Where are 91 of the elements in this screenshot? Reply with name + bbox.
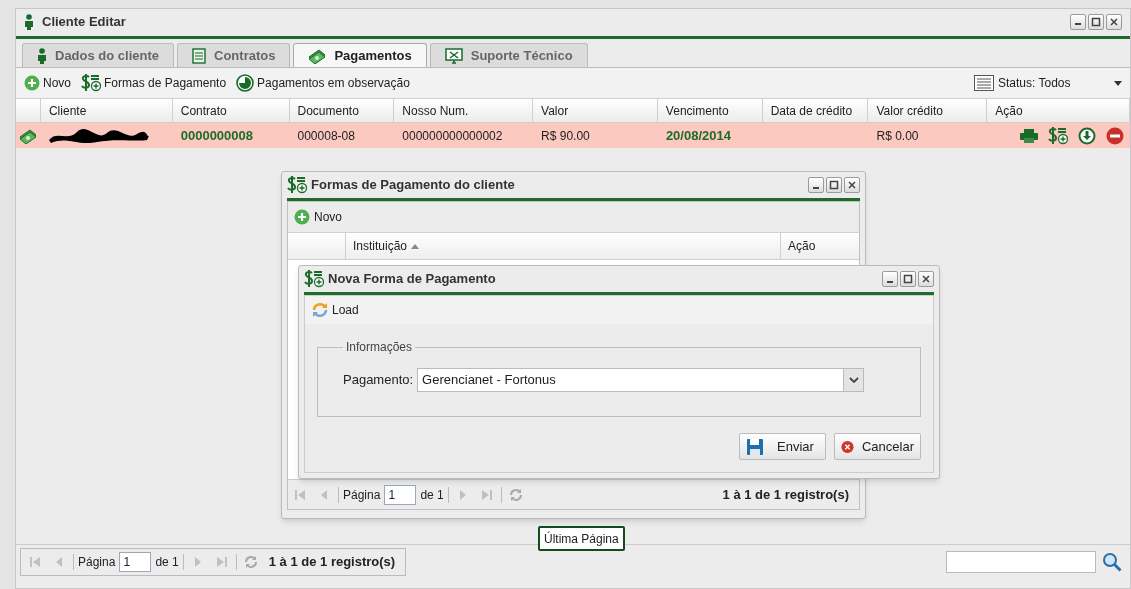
field-label: Pagamento: [343, 371, 414, 390]
group-title: Informações [345, 339, 414, 356]
toolbar-button[interactable]: Formas de Pagamento [81, 74, 227, 92]
cancel-button[interactable]: Cancelar [834, 433, 921, 460]
column-header[interactable]: Valor [533, 99, 658, 122]
minimize-button[interactable] [808, 177, 824, 193]
column-header[interactable]: Instituição [346, 233, 781, 259]
tooltip: Última Página [538, 526, 625, 551]
toolbar-button[interactable]: Novo [24, 74, 71, 92]
money-add-icon [287, 176, 307, 194]
money-add-icon [304, 270, 324, 288]
table-cell-text: 20/08/2014 [664, 126, 732, 145]
column-header[interactable]: Vencimento [657, 99, 763, 122]
close-icon [847, 180, 857, 190]
money-add-icon [1048, 126, 1068, 145]
first-page-icon [294, 488, 306, 501]
money-add-icon [81, 74, 101, 92]
list-icon [974, 75, 994, 91]
add-payment-method-button[interactable] [1048, 126, 1068, 145]
banknotes-icon [19, 127, 38, 144]
column-header[interactable]: Ação [781, 233, 859, 259]
banknotes-icon [308, 47, 327, 64]
table-cell-text: R$ 90.00 [540, 127, 591, 145]
record-count: 1 à 1 de 1 registro(s) [722, 485, 850, 504]
tab[interactable]: Dados do cliente [22, 43, 175, 67]
table-cell-text: 0000000008 [179, 126, 255, 145]
page-field[interactable]: 1 [384, 484, 417, 505]
caret-icon [1114, 80, 1122, 86]
column-header[interactable]: Documento [289, 99, 395, 122]
monitor-tools-icon [444, 47, 463, 64]
status-filter-button[interactable]: Status: Todos [974, 74, 1122, 92]
window-title: Cliente Editar [42, 12, 126, 31]
download-button[interactable] [1078, 126, 1096, 145]
remove-button[interactable] [1106, 126, 1124, 145]
page-count: de 1 [155, 553, 179, 571]
send-button[interactable]: Enviar [739, 433, 826, 460]
maximize-icon [903, 274, 913, 284]
maximize-button[interactable] [1088, 13, 1104, 30]
tab[interactable]: Suporte Técnico [429, 43, 588, 67]
column-header[interactable]: Cliente [40, 99, 173, 122]
person-icon [37, 47, 47, 64]
maximize-icon [1091, 16, 1101, 27]
dialog-title: Nova Forma de Pagamento [328, 270, 496, 289]
page-count: de 1 [420, 486, 444, 504]
page-field[interactable]: 1 [119, 551, 152, 572]
minimize-button[interactable] [1070, 13, 1086, 30]
print-button[interactable] [1020, 128, 1038, 143]
new-button[interactable]: Novo [294, 208, 342, 226]
tab[interactable]: Pagamentos [293, 43, 427, 67]
minimize-icon [1075, 23, 1081, 25]
document-icon [192, 47, 207, 64]
last-page-icon [480, 488, 493, 501]
dialog-title: Formas de Pagamento do cliente [311, 176, 515, 195]
table-cell-text: 000000000000002 [401, 127, 504, 145]
close-icon [921, 274, 931, 284]
sort-ascending-icon [411, 243, 420, 249]
pie-clock-icon [236, 74, 255, 92]
minimize-icon [813, 186, 819, 189]
column-header[interactable]: Valor crédito [868, 99, 988, 122]
minimize-button[interactable] [882, 271, 898, 287]
first-page-icon [29, 555, 41, 568]
person-icon [24, 13, 34, 30]
column-header[interactable]: Ação [987, 99, 1130, 122]
table-row[interactable]: 0000000008 000008-08 000000000000002 R$ 90.00 20/08/2014 R$ 0.00 [16, 123, 1130, 148]
search-button[interactable] [1102, 551, 1122, 572]
record-count: 1 à 1 de 1 registro(s) [268, 552, 397, 571]
load-button[interactable]: Load [311, 301, 359, 319]
save-icon [746, 437, 764, 456]
add-icon [294, 209, 310, 225]
column-header[interactable]: Data de crédito [762, 99, 869, 122]
close-button[interactable] [1106, 13, 1122, 30]
close-button[interactable] [918, 271, 934, 287]
minimize-icon [887, 280, 893, 283]
add-icon [24, 75, 40, 91]
maximize-icon [829, 180, 839, 190]
page-label: Página [78, 553, 116, 571]
search-field[interactable] [946, 550, 1096, 573]
last-page-icon [215, 555, 228, 568]
payment-select[interactable]: Gerencianet - Fortonus [417, 368, 865, 392]
refresh-icon [311, 301, 329, 319]
column-header[interactable]: Nosso Num. [394, 99, 534, 122]
table-cell-text: R$ 0.00 [875, 127, 920, 145]
close-icon [1109, 16, 1119, 27]
table-cell-text: 000008-08 [296, 127, 356, 145]
maximize-button[interactable] [826, 177, 842, 193]
column-header[interactable]: Contrato [172, 99, 290, 122]
close-button[interactable] [844, 177, 860, 193]
toolbar-button[interactable]: Pagamentos em observação [236, 74, 410, 92]
maximize-button[interactable] [900, 271, 916, 287]
page-label: Página [343, 486, 381, 504]
tab[interactable]: Contratos [177, 43, 291, 67]
